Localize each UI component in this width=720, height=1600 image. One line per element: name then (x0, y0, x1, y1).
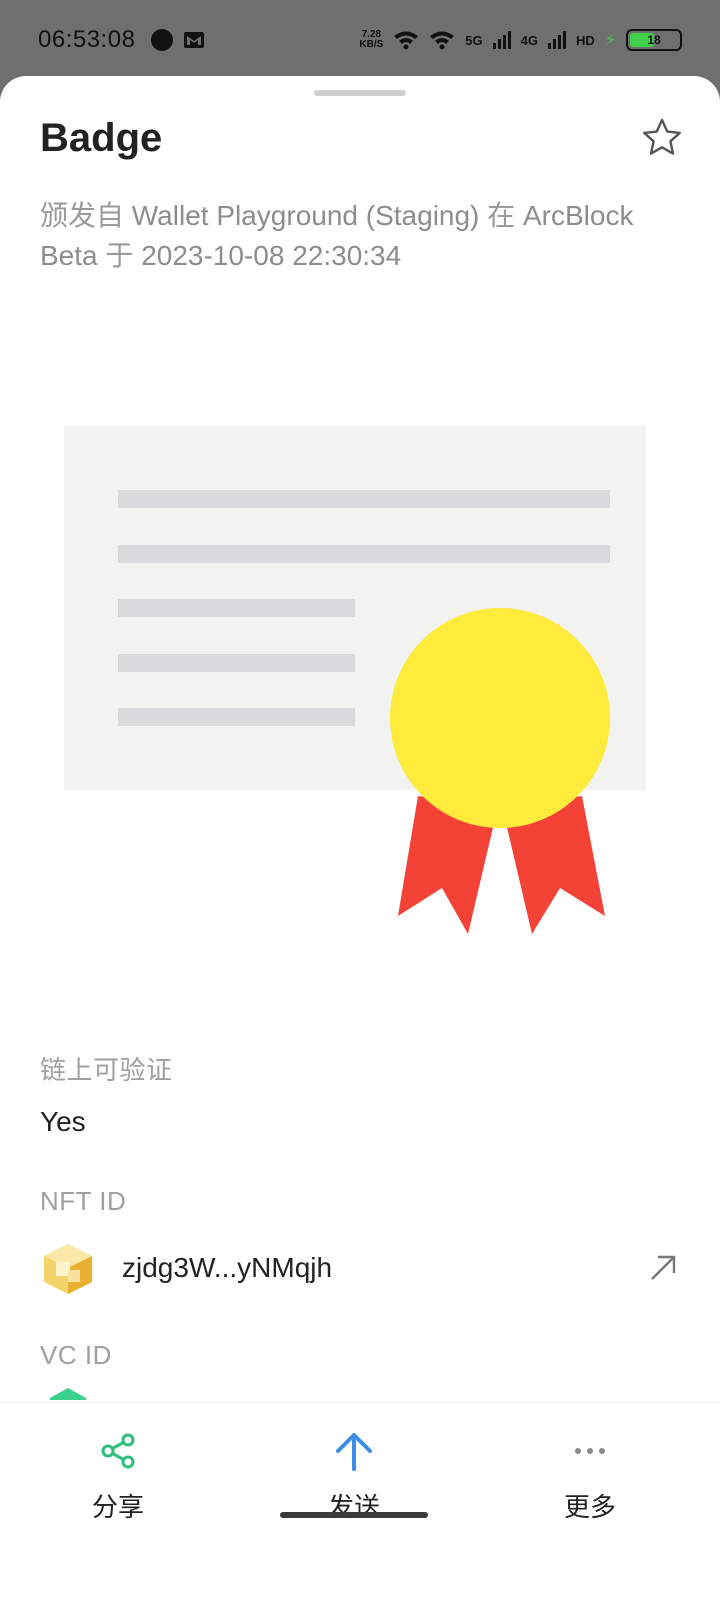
bottom-action-bar: 分享 发送 更多 (0, 1402, 720, 1600)
issued-datetime: 2023-10-08 22:30:34 (141, 240, 402, 271)
issuer-name: Wallet Playground (Staging) (131, 200, 480, 231)
favorite-star-icon[interactable] (640, 116, 684, 160)
signal-5g-label: 5G (465, 32, 483, 48)
nft-id-row[interactable]: zjdg3W...yNMqjh (40, 1236, 680, 1300)
page-title: Badge (40, 116, 163, 160)
badge-certificate-illustration (64, 426, 646, 934)
charging-icon: ⚡ (604, 32, 616, 49)
wifi-icon (394, 31, 419, 50)
send-button[interactable]: 发送 (254, 1403, 454, 1543)
certificate-line (118, 654, 355, 672)
network-speed: 7.28 KB/S (359, 30, 383, 50)
certificate-line (118, 490, 610, 508)
home-indicator[interactable] (280, 1512, 428, 1518)
share-label: 分享 (91, 1492, 144, 1522)
open-external-icon[interactable] (646, 1251, 680, 1285)
arrow-up-icon (336, 1433, 372, 1471)
verifiable-value: Yes (40, 1106, 86, 1137)
status-left: 06:53:08 (38, 26, 205, 54)
certificate-line (118, 599, 355, 617)
status-right: 7.28 KB/S 5G 4G HD ⚡ 18 (359, 29, 682, 51)
vc-id-label: VC ID (40, 1340, 112, 1370)
more-dots-icon (575, 1448, 605, 1454)
status-bar: 06:53:08 7.28 KB/S 5G 4G HD ⚡ 18 (0, 0, 720, 80)
network-speed-unit: KB/S (359, 39, 384, 50)
cell-signal-icon (492, 31, 511, 49)
issued-in-word: 在 (487, 200, 516, 231)
send-label: 发送 (327, 1492, 380, 1522)
more-label: 更多 (563, 1492, 616, 1522)
hd-label: HD (575, 32, 595, 48)
share-icon (101, 1433, 135, 1469)
sheet-drag-handle[interactable] (314, 90, 406, 96)
certificate-line (118, 708, 355, 726)
nft-id-label: NFT ID (40, 1186, 127, 1216)
detail-sheet: Badge 颁发自 Wallet Playground (Staging) 在 … (0, 76, 720, 1600)
status-time: 06:53:08 (38, 26, 136, 53)
nft-avatar-icon (44, 1244, 92, 1294)
vc-avatar-icon (50, 1388, 86, 1400)
more-button[interactable]: 更多 (490, 1403, 690, 1543)
notification-dot-icon (151, 29, 174, 51)
issued-info: 颁发自 Wallet Playground (Staging) 在 ArcBlo… (40, 196, 650, 276)
share-button[interactable]: 分享 (18, 1403, 218, 1543)
battery-level: 18 (647, 33, 661, 47)
nft-id-value: zjdg3W...yNMqjh (122, 1252, 333, 1283)
cell-signal-icon-2 (547, 31, 566, 49)
certificate-line (118, 545, 610, 563)
signal-4g-label: 4G (520, 32, 538, 48)
gmail-icon (184, 32, 205, 48)
wifi-icon-secondary (430, 31, 455, 50)
issued-prefix: 颁发自 (40, 200, 125, 231)
issued-at-word: 于 (105, 240, 134, 271)
verifiable-label: 链上可验证 (40, 1055, 173, 1085)
battery-icon: 18 (626, 29, 682, 51)
medal (390, 608, 610, 828)
